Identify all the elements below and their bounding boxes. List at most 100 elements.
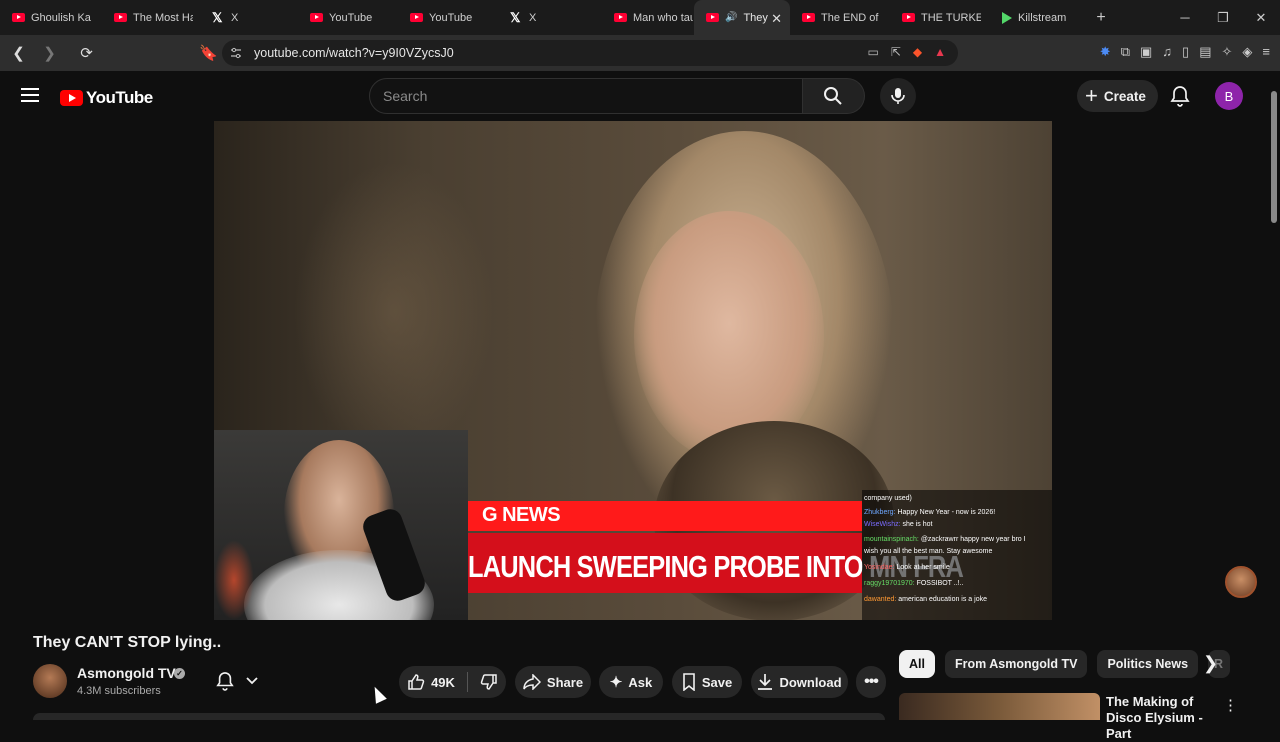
vpn-icon[interactable]: ◈ xyxy=(1242,44,1252,60)
chat-message: Zhukberg: Happy New Year - now is 2026! xyxy=(864,509,996,516)
media-icon[interactable]: ♫ xyxy=(1162,44,1172,60)
browser-tab[interactable]: 𝕏X xyxy=(200,0,298,35)
x-icon: 𝕏 xyxy=(510,9,521,25)
youtube-icon xyxy=(902,13,915,22)
youtube-play-icon xyxy=(60,90,83,106)
url-actions: ▭ ⇱ ◆ ▲ xyxy=(867,45,946,59)
thumbs-up-icon[interactable] xyxy=(407,673,425,691)
youtube-icon xyxy=(12,13,25,22)
chip-from-channel[interactable]: From Asmongold TV xyxy=(944,650,1088,678)
download-button[interactable]: Download xyxy=(751,666,848,698)
subscription-notifications-button[interactable] xyxy=(206,666,268,696)
window-controls: ─ ❐ ✕ xyxy=(1166,0,1280,35)
brave-shields-icon[interactable]: ◆ xyxy=(913,45,922,59)
browser-tab[interactable]: YouTube xyxy=(398,0,498,35)
chat-message: company used) xyxy=(864,495,912,502)
browser-tab-active[interactable]: 🔊They C✕ xyxy=(694,0,790,35)
floating-channel-avatar[interactable] xyxy=(1225,566,1257,598)
reload-icon[interactable]: ⟳ xyxy=(74,44,99,62)
x-icon: 𝕏 xyxy=(212,9,223,25)
search-icon xyxy=(824,87,843,105)
subscriber-count: 4.3M subscribers xyxy=(77,685,161,697)
hamburger-menu-icon[interactable] xyxy=(21,88,39,102)
browser-tab[interactable]: YouTube xyxy=(298,0,398,35)
chat-message: wish you all the best man. Stay awesome xyxy=(864,548,993,555)
sparkle-icon: ✦ xyxy=(609,674,623,691)
more-actions-button[interactable]: ••• xyxy=(856,666,886,698)
more-vertical-icon[interactable]: ⋮ xyxy=(1223,696,1238,714)
save-button[interactable]: Save xyxy=(672,666,742,698)
share-icon xyxy=(523,674,541,690)
restore-icon[interactable]: ❐ xyxy=(1204,0,1242,35)
chip-politics-news[interactable]: Politics News xyxy=(1097,650,1199,678)
scrollbar-thumb[interactable] xyxy=(1271,91,1277,223)
ai-icon[interactable]: ✧ xyxy=(1222,44,1233,60)
cast-icon[interactable]: ▭ xyxy=(867,45,878,59)
description-box[interactable] xyxy=(33,713,885,720)
share-page-icon[interactable]: ⇱ xyxy=(891,45,901,59)
bookmark-save-icon xyxy=(683,673,695,691)
address-bar[interactable]: youtube.com/watch?v=y9I0VZycsJ0 ▭ ⇱ ◆ ▲ xyxy=(222,40,958,66)
forward-icon[interactable]: ❯ xyxy=(37,44,62,62)
browser-tab[interactable]: Killstream xyxy=(990,0,1086,35)
new-tab-button[interactable]: + xyxy=(1086,9,1116,27)
youtube-icon xyxy=(114,13,127,22)
chat-overlay: company used) Zhukberg: Happy New Year -… xyxy=(862,490,1052,620)
close-window-icon[interactable]: ✕ xyxy=(1242,0,1280,35)
youtube-logo[interactable]: YouTube xyxy=(60,88,153,108)
voice-search-button[interactable] xyxy=(880,78,916,114)
notifications-bell-icon[interactable] xyxy=(1170,85,1190,107)
minimize-icon[interactable]: ─ xyxy=(1166,0,1204,35)
channel-avatar[interactable] xyxy=(33,664,67,698)
brave-rewards-icon[interactable]: ▲ xyxy=(934,45,946,59)
more-horizontal-icon: ••• xyxy=(864,673,879,690)
browser-tab[interactable]: Man who tau xyxy=(602,0,694,35)
chip-all[interactable]: All xyxy=(899,650,935,678)
close-tab-icon[interactable]: ✕ xyxy=(771,11,782,27)
search-input[interactable] xyxy=(369,78,803,114)
site-settings-icon[interactable] xyxy=(230,47,242,59)
chat-message: WiseWishz: she is hot xyxy=(864,521,933,528)
chat-message: mountainspinach: @zackrawrr happy new ye… xyxy=(864,536,1026,543)
extension-icon[interactable]: ✸ xyxy=(1100,44,1111,60)
like-count[interactable]: 49K xyxy=(431,675,455,690)
browser-tab[interactable]: Ghoulish Kar xyxy=(0,0,102,35)
thumbs-down-icon[interactable] xyxy=(480,673,498,691)
search-button[interactable] xyxy=(802,78,865,114)
channel-name[interactable]: Asmongold TV xyxy=(77,665,176,681)
browser-toolbar: ❮ ❯ ⟳ 🔖 youtube.com/watch?v=y9I0VZycsJ0 … xyxy=(0,35,1280,71)
speaker-icon[interactable]: 🔊 xyxy=(725,12,737,23)
related-filter-chips: All From Asmongold TV Politics News R xyxy=(899,650,1231,678)
browser-menu-icon[interactable]: ≡ xyxy=(1262,44,1270,60)
extension-icons: ✸ ⧉ ▣ ♫ ▯ ▤ ✧ ◈ ≡ xyxy=(1100,44,1270,60)
download-icon xyxy=(758,674,773,690)
chat-message: Yosindae: Look at her smile xyxy=(864,564,950,571)
recommended-video-title[interactable]: The Making of Disco Elysium - Part xyxy=(1106,694,1216,742)
account-avatar[interactable]: B xyxy=(1215,82,1243,110)
video-title: They CAN'T STOP lying.. xyxy=(33,634,222,651)
browser-tab[interactable]: 𝕏X xyxy=(498,0,602,35)
share-button[interactable]: Share xyxy=(515,666,591,698)
youtube-icon xyxy=(310,13,323,22)
mouse-cursor xyxy=(369,684,387,704)
chat-message: dawanted: american education is a joke xyxy=(864,596,987,603)
screenshot-icon[interactable]: ▣ xyxy=(1140,44,1152,60)
bookmark-icon[interactable]: 🔖 xyxy=(196,44,221,62)
browser-tab[interactable]: The END of L xyxy=(790,0,890,35)
plus-icon: + xyxy=(1085,83,1098,108)
video-player[interactable]: G NEWS LAUNCH SWEEPING PROBE INTO MN FRA… xyxy=(214,121,1052,620)
sidebar-icon[interactable]: ▯ xyxy=(1182,44,1189,60)
back-icon[interactable]: ❮ xyxy=(6,44,31,62)
recommended-video-thumbnail[interactable] xyxy=(899,693,1100,720)
page-scrollbar[interactable] xyxy=(1268,71,1280,720)
browser-tab[interactable]: THE TURKEY xyxy=(890,0,990,35)
like-dislike-group: 49K xyxy=(399,666,506,698)
browser-tab[interactable]: The Most Ha xyxy=(102,0,200,35)
wallet-icon[interactable]: ▤ xyxy=(1199,44,1211,60)
ask-button[interactable]: ✦ Ask xyxy=(599,666,663,698)
chevron-down-icon xyxy=(246,677,258,685)
create-button[interactable]: + Create xyxy=(1077,80,1158,112)
youtube-icon xyxy=(410,13,423,22)
chevron-right-icon[interactable]: ❯ xyxy=(1203,653,1218,674)
puzzle-icon[interactable]: ⧉ xyxy=(1121,44,1130,60)
